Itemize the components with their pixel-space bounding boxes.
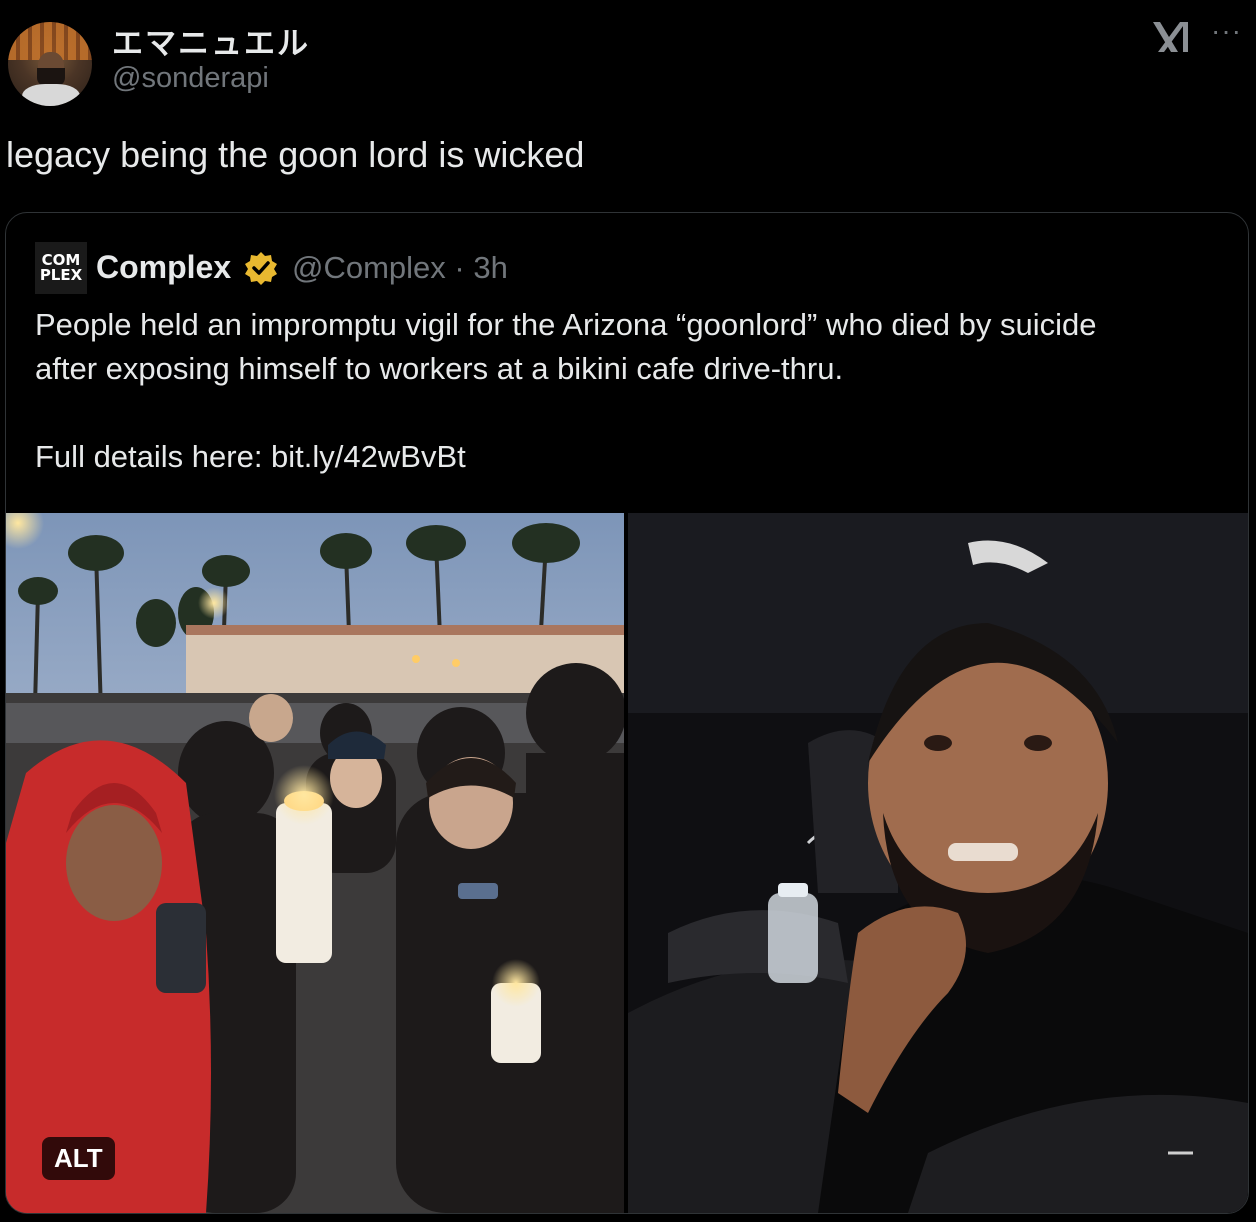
tweet-view: エマニュエル @sonderapi ··· legacy being the g… bbox=[0, 0, 1256, 1222]
vigil-crowd-photo[interactable] bbox=[6, 513, 624, 1213]
quote-time[interactable]: 3h bbox=[473, 250, 507, 285]
quoted-tweet-card[interactable]: COM PLEX Complex @Complex · 3h People he… bbox=[5, 212, 1249, 1214]
quote-author-name[interactable]: Complex bbox=[96, 249, 231, 286]
quote-body-line: after exposing himself to workers at a b… bbox=[35, 351, 844, 386]
complex-logo[interactable]: COM PLEX bbox=[35, 242, 87, 294]
xai-logo-icon[interactable] bbox=[1150, 18, 1192, 58]
more-options-icon[interactable]: ··· bbox=[1211, 17, 1249, 50]
quote-body: People held an impromptu vigil for the A… bbox=[35, 303, 1225, 479]
tweet-text: legacy being the goon lord is wicked bbox=[6, 134, 585, 175]
author-avatar[interactable] bbox=[8, 22, 92, 106]
quote-handle[interactable]: @Complex bbox=[292, 250, 446, 285]
meta-separator: · bbox=[454, 250, 465, 285]
quote-meta: @Complex · 3h bbox=[292, 250, 508, 286]
author-handle[interactable]: @sonderapi bbox=[112, 62, 269, 95]
man-in-car-photo[interactable] bbox=[628, 513, 1248, 1213]
alt-text-badge[interactable]: ALT bbox=[42, 1137, 115, 1180]
quote-body-line: People held an impromptu vigil for the A… bbox=[35, 307, 1097, 342]
quote-link-line[interactable]: Full details here: bit.ly/42wBvBt bbox=[35, 435, 1225, 479]
author-display-name[interactable]: エマニュエル bbox=[112, 18, 310, 63]
verified-gold-badge-icon bbox=[243, 250, 279, 286]
